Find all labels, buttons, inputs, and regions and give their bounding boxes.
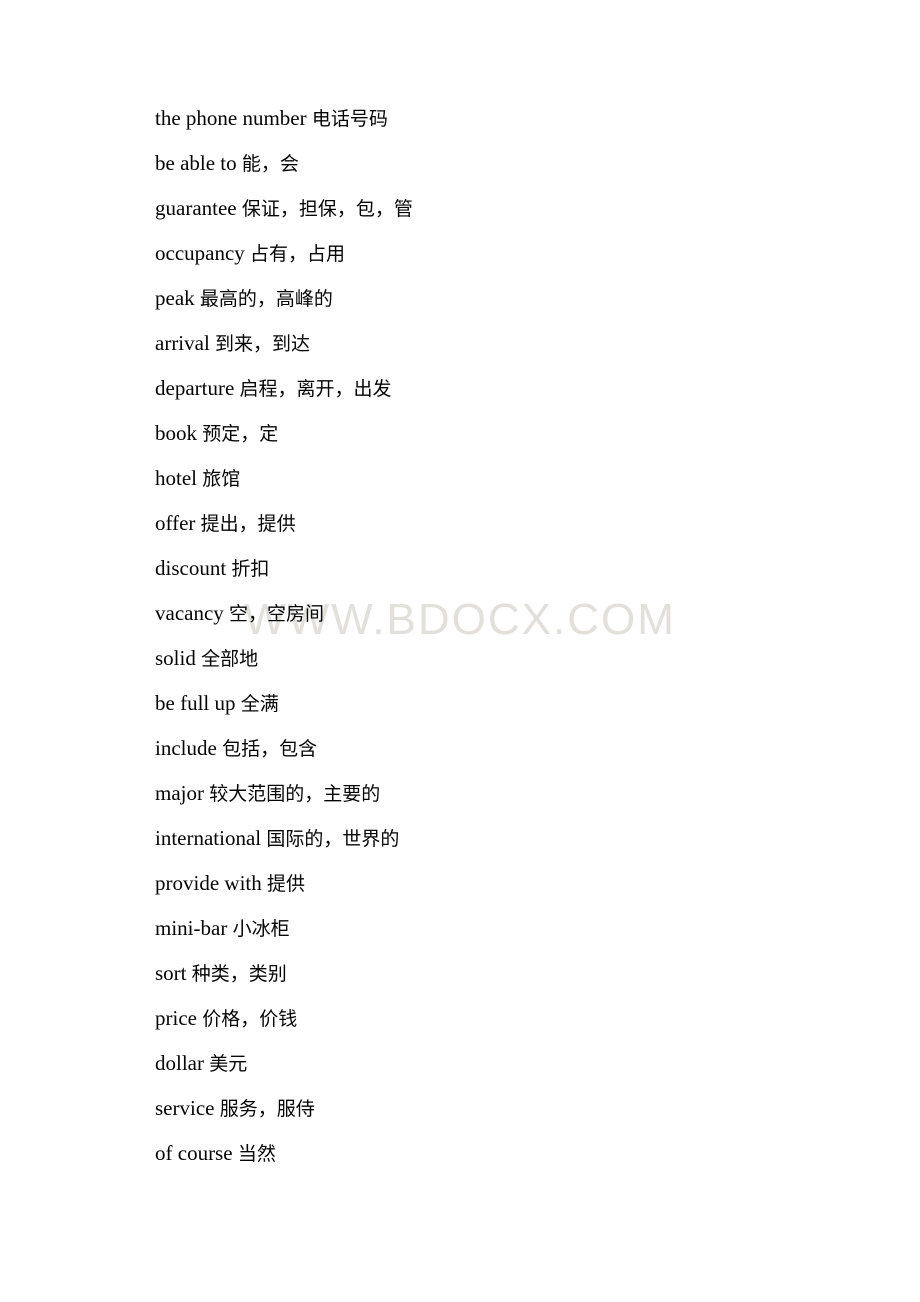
vocabulary-term-zh: 包括，包含 [222,738,318,760]
vocabulary-line: arrival 到来，到达 [155,321,795,366]
vocabulary-term-en: arrival [155,331,216,355]
vocabulary-line: price 价格，价钱 [155,996,795,1041]
vocabulary-term-en: the phone number [155,106,312,130]
vocabulary-term-en: guarantee [155,196,242,220]
vocabulary-term-en: peak [155,286,200,310]
vocabulary-list: the phone number 电话号码 be able to 能，会 guara… [155,96,795,1176]
vocabulary-term-en: hotel [155,466,203,490]
vocabulary-line: mini-bar 小冰柜 [155,906,795,951]
vocabulary-term-zh: 预定，定 [202,423,279,445]
vocabulary-term-zh: 空，空房间 [229,603,325,625]
vocabulary-term-zh: 全满 [240,693,279,715]
vocabulary-term-en: occupancy [155,241,251,265]
vocabulary-term-en: price [155,1006,203,1030]
vocabulary-term-en: solid [155,646,202,670]
vocabulary-term-en: service [155,1096,220,1120]
vocabulary-term-en: sort [155,961,192,985]
vocabulary-term-zh: 到来，到达 [215,333,311,355]
vocabulary-term-en: be able to [155,151,242,175]
vocabulary-term-en: of course [155,1141,238,1165]
vocabulary-line: be able to 能，会 [155,141,795,186]
vocabulary-term-en: discount [155,556,232,580]
vocabulary-line: peak 最高的，高峰的 [155,276,795,321]
vocabulary-term-en: include [155,736,223,760]
vocabulary-term-zh: 小冰柜 [232,918,290,940]
vocabulary-term-en: vacancy [155,601,230,625]
vocabulary-line: departure 启程，离开，出发 [155,366,795,411]
vocabulary-line: service 服务，服侍 [155,1086,795,1131]
vocabulary-term-en: dollar [155,1051,210,1075]
vocabulary-term-en: major [155,781,210,805]
vocabulary-term-zh: 全部地 [201,648,259,670]
vocabulary-line: international 国际的，世界的 [155,816,795,861]
vocabulary-line: include 包括，包含 [155,726,795,771]
vocabulary-term-en: departure [155,376,240,400]
vocabulary-line: discount 折扣 [155,546,795,591]
vocabulary-line: dollar 美元 [155,1041,795,1086]
vocabulary-term-zh: 美元 [209,1053,248,1075]
vocabulary-line: offer 提出，提供 [155,501,795,546]
vocabulary-line: be full up 全满 [155,681,795,726]
vocabulary-line: provide with 提供 [155,861,795,906]
vocabulary-term-zh: 旅馆 [202,468,241,490]
vocabulary-term-zh: 折扣 [231,558,270,580]
vocabulary-term-zh: 种类，类别 [191,963,287,985]
vocabulary-term-en: be full up [155,691,241,715]
vocabulary-term-zh: 服务，服侍 [219,1098,315,1120]
vocabulary-line: occupancy 占有，占用 [155,231,795,276]
vocabulary-term-zh: 保证，担保，包，管 [241,198,413,220]
vocabulary-line: the phone number 电话号码 [155,96,795,141]
vocabulary-term-en: offer [155,511,201,535]
document-page: WWW.BDOCX.COM the phone number 电话号码 be ab… [0,0,920,1302]
vocabulary-term-en: book [155,421,203,445]
vocabulary-term-en: international [155,826,267,850]
vocabulary-term-zh: 占有，占用 [250,243,346,265]
vocabulary-line: book 预定，定 [155,411,795,456]
vocabulary-line: guarantee 保证，担保，包，管 [155,186,795,231]
vocabulary-term-zh: 当然 [237,1143,276,1165]
vocabulary-term-zh: 最高的，高峰的 [199,288,333,310]
vocabulary-term-zh: 能，会 [241,153,299,175]
vocabulary-line: of course 当然 [155,1131,795,1176]
vocabulary-line: major 较大范围的，主要的 [155,771,795,816]
vocabulary-term-zh: 启程，离开，出发 [239,378,392,400]
vocabulary-line: hotel 旅馆 [155,456,795,501]
vocabulary-term-zh: 提出，提供 [200,513,296,535]
vocabulary-line: solid 全部地 [155,636,795,681]
vocabulary-line: sort 种类，类别 [155,951,795,996]
vocabulary-term-zh: 提供 [266,873,305,895]
vocabulary-line: vacancy 空，空房间 [155,591,795,636]
vocabulary-term-zh: 价格，价钱 [202,1008,298,1030]
vocabulary-term-zh: 较大范围的，主要的 [209,783,381,805]
vocabulary-term-en: mini-bar [155,916,233,940]
vocabulary-term-en: provide with [155,871,267,895]
vocabulary-term-zh: 国际的，世界的 [266,828,400,850]
vocabulary-term-zh: 电话号码 [311,108,388,130]
